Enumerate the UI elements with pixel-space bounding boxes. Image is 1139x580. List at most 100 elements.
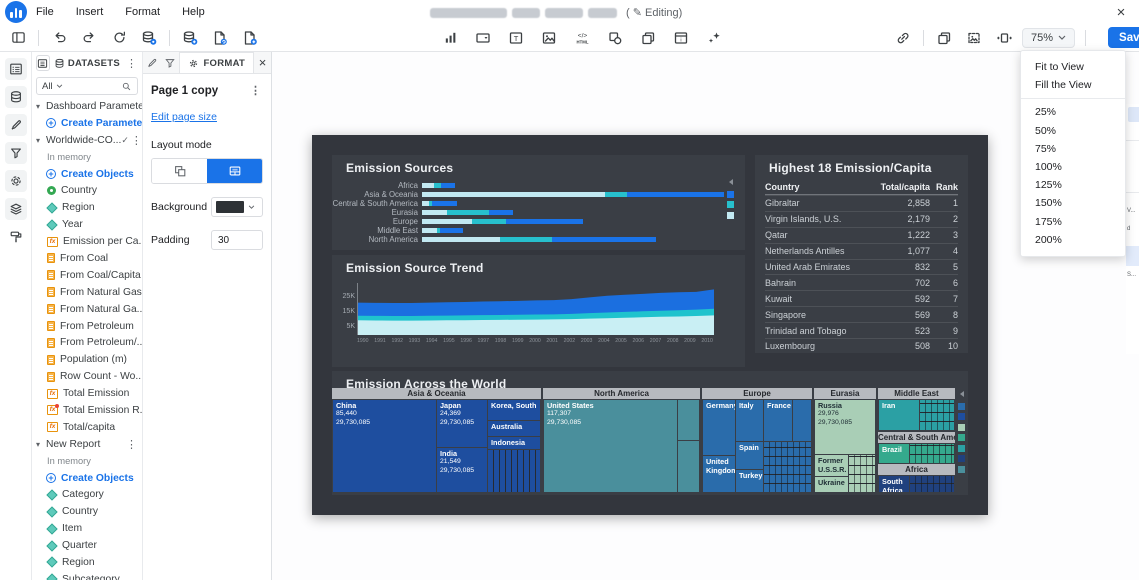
tree-item-from-petroleum[interactable]: From Petroleum	[32, 318, 142, 335]
dashboard-page[interactable]: Emission Sources AfricaAsia & OceaniaCen…	[312, 135, 988, 515]
widget-emission-sources-chart[interactable]: Emission Sources AfricaAsia & OceaniaCen…	[332, 155, 745, 250]
add-text-icon[interactable]: T	[506, 28, 526, 48]
menu-insert[interactable]: Insert	[76, 6, 104, 18]
tree-item-row-count-wo-[interactable]: Row Count - Wo...	[32, 368, 142, 385]
zoom-menu-item-50-[interactable]: 50%	[1021, 122, 1125, 140]
rail-edit-icon[interactable]	[5, 114, 27, 136]
zoom-menu-item-200-[interactable]: 200%	[1021, 231, 1125, 249]
menu-format[interactable]: Format	[125, 6, 160, 18]
treemap-cell	[678, 441, 699, 492]
tree-item-dashboard-parameters[interactable]: ▾Dashboard Parameters	[32, 98, 142, 115]
freeform-layout-button[interactable]	[152, 159, 207, 183]
duplicate-widget-icon[interactable]	[638, 28, 658, 48]
zoom-menu-item-175-[interactable]: 175%	[1021, 213, 1125, 231]
close-panel-icon[interactable]: ×	[254, 52, 271, 73]
panel-toggle-icon[interactable]	[8, 28, 28, 48]
tree-item-region[interactable]: Region	[32, 199, 142, 216]
tree-item-emission-per-ca-[interactable]: fxEmission per Ca...	[32, 233, 142, 250]
redacted-title-block	[588, 8, 617, 18]
tree-item-worldwide-co-[interactable]: ▾Worldwide-CO...✓⋮	[32, 132, 142, 149]
tree-item-create-objects[interactable]: +Create Objects	[32, 166, 142, 183]
add-shape-icon[interactable]	[605, 28, 625, 48]
menu-help[interactable]: Help	[182, 6, 205, 18]
save-button[interactable]: Save	[1108, 27, 1139, 48]
rail-settings-icon[interactable]	[5, 170, 27, 192]
datasets-menu-icon[interactable]: ⋮	[124, 57, 139, 70]
zoom-menu-item-fill-the-view[interactable]: Fill the View	[1021, 76, 1125, 94]
widget-emission-trend-chart[interactable]: Emission Source Trend 5K15K25K 199019911…	[332, 255, 745, 367]
treemap-cell-france: France	[764, 400, 792, 441]
link-icon[interactable]	[893, 28, 913, 48]
tree-item-from-coal-capita[interactable]: From Coal/Capita	[32, 267, 142, 284]
doc-field-icon	[47, 372, 55, 382]
zoom-menu-item-125-[interactable]: 125%	[1021, 176, 1125, 194]
edit-page-size-link[interactable]: Edit page size	[151, 111, 217, 123]
zoom-level-dropdown[interactable]: 75%	[1022, 28, 1075, 48]
add-dataset-icon[interactable]	[180, 28, 200, 48]
page-menu-icon[interactable]: ⋮	[248, 84, 263, 97]
tree-item-subcategory[interactable]: Subcategory	[32, 571, 142, 580]
select-area-icon[interactable]	[964, 28, 984, 48]
copy-page-icon[interactable]	[934, 28, 954, 48]
add-html-icon[interactable]: </>HTML	[572, 28, 592, 48]
add-chart-icon[interactable]	[440, 28, 460, 48]
undo-icon[interactable]	[49, 28, 69, 48]
menu-file[interactable]: File	[36, 6, 54, 18]
tree-item-from-natural-gas[interactable]: From Natural Gas	[32, 284, 142, 301]
add-control-icon[interactable]	[473, 28, 493, 48]
rail-theme-icon[interactable]	[5, 226, 27, 248]
tree-item-create-objects[interactable]: +Create Objects	[32, 470, 142, 487]
tree-item-in-memory: In memory	[32, 149, 142, 166]
tree-item-region[interactable]: Region	[32, 554, 142, 571]
tree-item-in-memory: In memory	[32, 453, 142, 470]
zoom-menu-item-fit-to-view[interactable]: Fit to View	[1021, 58, 1125, 76]
main-area: DATASETS ⋮ All ▾Dashboard Parameters+Cre…	[0, 52, 1139, 580]
padding-input[interactable]	[211, 230, 263, 250]
tree-item-total-capita[interactable]: fxTotal/capita	[32, 419, 142, 436]
tree-item-population-m-[interactable]: Population (m)	[32, 351, 142, 368]
zoom-menu-item-100-[interactable]: 100%	[1021, 158, 1125, 176]
tree-item-item[interactable]: Item	[32, 520, 142, 537]
widget-emission-treemap[interactable]: Emission Across the World Asia & Oceania…	[332, 371, 968, 495]
outline-view-icon[interactable]	[36, 55, 50, 71]
edit-tab-pencil-icon[interactable]	[143, 52, 161, 73]
rail-data-icon[interactable]	[5, 86, 27, 108]
redo-icon[interactable]	[79, 28, 99, 48]
tree-item-year[interactable]: Year	[32, 216, 142, 233]
zoom-menu-item-75-[interactable]: 75%	[1021, 140, 1125, 158]
filter-tab-icon[interactable]	[161, 52, 179, 73]
zoom-menu-item-150-[interactable]: 150%	[1021, 194, 1125, 212]
magic-insert-icon[interactable]	[704, 28, 724, 48]
tree-item-from-coal[interactable]: From Coal	[32, 250, 142, 267]
add-image-icon[interactable]	[539, 28, 559, 48]
tree-item-total-emission[interactable]: fxTotal Emission	[32, 385, 142, 402]
rail-layers-icon[interactable]	[5, 198, 27, 220]
add-widget-icon[interactable]: i	[671, 28, 691, 48]
dataset-settings-icon[interactable]	[139, 28, 159, 48]
grid-layout-button[interactable]	[207, 159, 262, 183]
import-page-icon[interactable]	[210, 28, 230, 48]
zoom-menu-item-25-[interactable]: 25%	[1021, 103, 1125, 121]
tree-item-quarter[interactable]: Quarter	[32, 537, 142, 554]
sliver-text-fragment: V...	[1127, 208, 1135, 214]
fit-width-icon[interactable]	[994, 28, 1014, 48]
dataset-filter-control[interactable]: All	[36, 77, 138, 95]
rail-filter-icon[interactable]	[5, 142, 27, 164]
close-icon[interactable]: ×	[1111, 2, 1131, 22]
tree-item-create-parameter[interactable]: +Create Parameter	[32, 115, 142, 132]
tree-item-category[interactable]: Category	[32, 486, 142, 503]
tree-item-country[interactable]: Country	[32, 182, 142, 199]
add-page-icon[interactable]	[240, 28, 260, 48]
background-color-picker[interactable]	[211, 197, 263, 217]
tree-item-from-natural-ga-[interactable]: From Natural Ga...	[32, 301, 142, 318]
tree-item-country[interactable]: Country	[32, 503, 142, 520]
tab-format[interactable]: FORMAT	[179, 52, 254, 73]
treemap-cell-india: India21,54929,730,085	[437, 448, 487, 492]
tree-item-total-emission-r-[interactable]: fxTotal Emission R...	[32, 402, 142, 419]
bar-row-africa: Africa	[332, 181, 745, 190]
widget-emission-capita-table[interactable]: Highest 18 Emission/Capita CountryTotal/…	[755, 155, 968, 353]
rail-outline-icon[interactable]	[5, 58, 27, 80]
refresh-icon[interactable]	[109, 28, 129, 48]
tree-item-new-report[interactable]: ▾New Report⋮	[32, 436, 142, 453]
tree-item-from-petroleum-[interactable]: From Petroleum/...	[32, 334, 142, 351]
